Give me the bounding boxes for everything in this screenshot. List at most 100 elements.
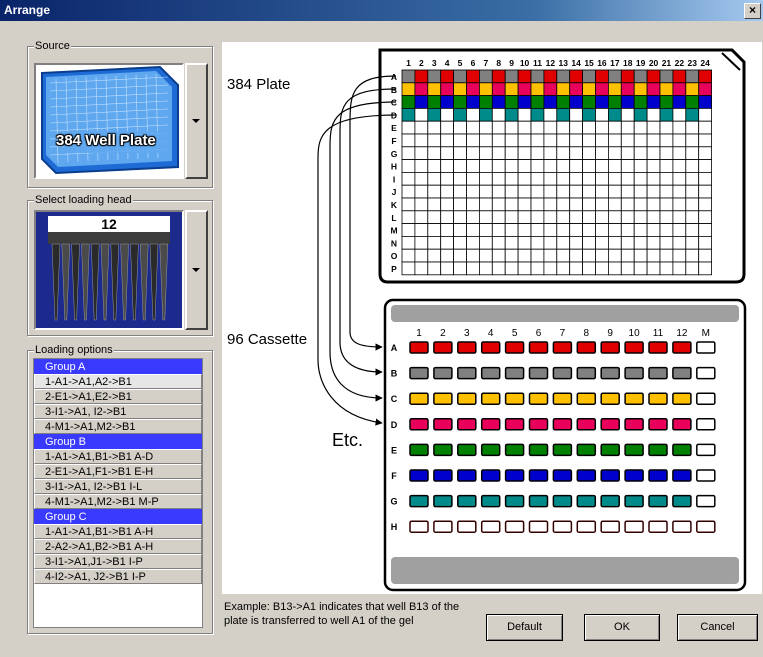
plate-well <box>453 95 467 109</box>
plate-well <box>582 69 596 84</box>
list-item[interactable]: 2-E1->A1,E2->B1 <box>34 389 202 404</box>
plate-well <box>633 210 648 225</box>
plate-well <box>440 95 454 109</box>
plate-well <box>543 133 558 148</box>
plate-row-label: A <box>391 72 397 82</box>
plate-well <box>698 159 713 173</box>
list-item[interactable]: 3-I1->A1,J1->B1 I-P <box>34 554 202 569</box>
cassette-well <box>409 469 429 482</box>
pipette-tip <box>81 243 90 321</box>
cassette-well <box>648 494 668 508</box>
plate-well <box>414 69 429 84</box>
plate-well <box>517 133 532 148</box>
cancel-button[interactable]: Cancel <box>677 614 758 641</box>
list-item[interactable]: 4-M1->A1,M2->B1 <box>34 419 202 434</box>
cassette-well <box>576 443 597 457</box>
plate-well <box>646 235 661 250</box>
plate-well <box>466 171 480 186</box>
plate-well <box>466 108 480 122</box>
list-item[interactable]: 4-M1->A1,M2->B1 M-P <box>34 494 202 509</box>
plate-well <box>478 95 493 109</box>
plate-well <box>414 171 429 186</box>
plate-well <box>504 159 519 173</box>
list-item[interactable]: 1-A1->A1,B1->B1 A-H <box>34 524 202 539</box>
cassette-well <box>552 520 573 533</box>
cassette-column-label: 4 <box>488 328 494 339</box>
plate-well <box>685 69 700 84</box>
default-button[interactable]: Default <box>486 614 563 641</box>
plate-well <box>582 159 596 173</box>
plate-well <box>607 95 622 109</box>
cassette-column-label: 1 <box>416 328 422 339</box>
cassette-column-label: 5 <box>512 328 518 339</box>
plate-well <box>582 184 596 199</box>
cassette-well <box>457 443 477 457</box>
plate-well <box>685 184 700 199</box>
plate-column-label: 5 <box>458 58 463 68</box>
cassette-well <box>576 520 597 533</box>
cassette-row-label: G <box>390 497 397 507</box>
plate-well <box>517 235 532 250</box>
plate-well <box>543 120 558 135</box>
plate-well <box>685 261 700 276</box>
plate-well <box>491 197 506 212</box>
close-button[interactable]: × <box>744 3 761 19</box>
cassette-well <box>696 341 716 354</box>
plate-well <box>414 223 429 237</box>
plate-well <box>517 82 532 96</box>
list-item[interactable]: 3-I1->A1, I2->B1 I-L <box>34 479 202 494</box>
plate-well <box>659 210 674 225</box>
list-group-header: Group C <box>34 509 202 524</box>
loading-options-list[interactable]: Group A 1-A1->A1,A2->B1 2-E1->A1,E2->B1 3-I… <box>33 358 203 628</box>
plate-well <box>607 210 622 225</box>
plate-well <box>517 197 532 212</box>
plate-well <box>569 159 584 173</box>
plate-column-label: 9 <box>509 58 514 68</box>
plate-well <box>491 108 506 122</box>
plate-well <box>698 248 713 263</box>
cassette-column-label: 11 <box>653 328 664 339</box>
plate-well <box>427 248 442 263</box>
list-item[interactable]: 4-I2->A1, J2->B1 I-P <box>34 569 202 584</box>
plate-column-label: 21 <box>662 58 672 68</box>
plate-well <box>582 248 596 263</box>
plate-well <box>620 223 635 237</box>
plate-well <box>427 120 442 135</box>
cassette-well <box>600 392 620 405</box>
plate-well <box>659 159 674 173</box>
cassette-well <box>576 392 597 405</box>
plate-well <box>466 133 480 148</box>
plate-well <box>698 261 713 276</box>
list-item[interactable]: 2-A2->A1,B2->B1 A-H <box>34 539 202 554</box>
plate-well <box>504 108 519 122</box>
plate-well <box>530 210 545 225</box>
plate-well <box>427 261 442 276</box>
plate-well <box>595 184 609 199</box>
source-thumbnail[interactable]: 384 Well Plate <box>34 63 184 179</box>
cassette-well <box>480 469 501 482</box>
plate-row-label: E <box>391 123 397 133</box>
plate-well <box>414 82 429 96</box>
plate-well <box>401 223 416 237</box>
plate-well <box>414 210 429 225</box>
plate-well <box>659 69 674 84</box>
cassette-well <box>624 443 644 457</box>
plate-column-label: 6 <box>471 58 476 68</box>
plate-well <box>543 223 558 237</box>
plate-row-label: F <box>391 136 396 146</box>
ok-button[interactable]: OK <box>584 614 660 641</box>
plate-well <box>672 108 687 122</box>
list-item[interactable]: 1-A1->A1,A2->B1 <box>34 374 202 389</box>
source-dropdown-button[interactable] <box>185 63 208 179</box>
loading-head-thumbnail[interactable]: 12 <box>34 210 184 330</box>
plate-well <box>530 235 545 250</box>
plate-well <box>595 133 609 148</box>
loading-head-dropdown-button[interactable] <box>185 210 208 330</box>
plate-well <box>556 235 571 250</box>
pipette-tip <box>71 243 80 321</box>
plate-well <box>633 197 648 212</box>
list-item[interactable]: 1-A1->A1,B1->B1 A-D <box>34 449 202 464</box>
plate-well <box>698 210 713 225</box>
list-item[interactable]: 2-E1->A1,F1->B1 E-H <box>34 464 202 479</box>
list-item[interactable]: 3-I1->A1, I2->B1 <box>34 404 202 419</box>
